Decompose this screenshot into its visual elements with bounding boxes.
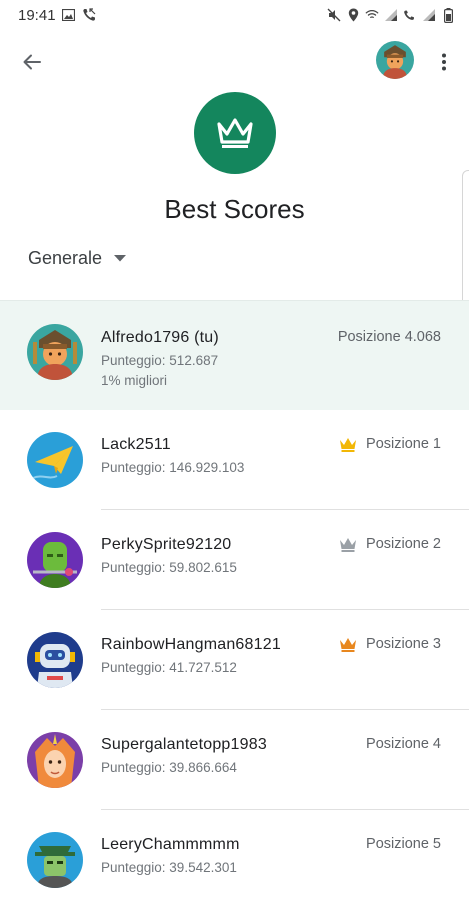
leaderboard-row[interactable]: LeeryChammmmm Punteggio: 39.542.301 Posi… xyxy=(0,810,469,900)
rank-label: Posizione 4 xyxy=(366,736,441,752)
current-player-row[interactable]: Alfredo1796 (tu) Punteggio: 512.687 1% m… xyxy=(0,300,469,410)
image-notification-icon xyxy=(62,8,76,22)
avatar xyxy=(27,832,83,888)
player-score: Punteggio: 512.687 xyxy=(101,353,219,368)
player-name: LeeryChammmmm xyxy=(101,836,240,853)
mute-icon xyxy=(327,8,341,22)
leaderboard-row[interactable]: PerkySprite92120 Punteggio: 59.802.615 P… xyxy=(0,510,469,610)
filter-label: Generale xyxy=(28,248,103,268)
missed-call-icon xyxy=(82,8,96,22)
player-score: Punteggio: 59.802.615 xyxy=(101,560,237,575)
battery-icon xyxy=(441,7,455,23)
app-bar xyxy=(0,38,469,82)
more-vert-icon xyxy=(442,53,446,71)
player-score: Punteggio: 41.727.512 xyxy=(101,660,237,675)
signal-icon xyxy=(384,8,398,22)
leaderboard-list: Alfredo1796 (tu) Punteggio: 512.687 1% m… xyxy=(0,300,469,900)
avatar xyxy=(27,532,83,588)
player-rank: Posizione 2 xyxy=(339,536,441,552)
player-name: Supergalantetopp1983 xyxy=(101,736,267,753)
player-rank: Posizione 1 xyxy=(339,436,441,452)
status-left: 19:41 xyxy=(18,7,96,24)
status-right xyxy=(327,7,455,23)
avatar xyxy=(27,432,83,488)
rank-label: Posizione 1 xyxy=(366,436,441,452)
status-bar: 19:41 xyxy=(0,0,469,30)
time-filter-dropdown[interactable]: Generale xyxy=(28,248,127,269)
wifi-call-icon xyxy=(365,8,379,22)
avatar xyxy=(27,632,83,688)
profile-avatar[interactable] xyxy=(376,41,414,79)
silver-crown-icon xyxy=(340,537,357,552)
player-score: Punteggio: 146.929.103 xyxy=(101,460,245,475)
leaderboard-row[interactable]: Lack2511 Punteggio: 146.929.103 Posizion… xyxy=(0,410,469,510)
location-icon xyxy=(346,8,360,22)
more-options-button[interactable] xyxy=(428,44,460,80)
player-rank: Posizione 4 xyxy=(366,736,441,752)
rank-label: Posizione 2 xyxy=(366,536,441,552)
crown-icon xyxy=(217,118,253,148)
gold-crown-icon xyxy=(340,437,357,452)
rank-label: Posizione 4.068 xyxy=(337,329,441,345)
player-name: Alfredo1796 (tu) xyxy=(101,329,219,346)
arrow-back-icon xyxy=(23,54,41,70)
player-name: PerkySprite92120 xyxy=(101,536,232,553)
leaderboard-icon-badge xyxy=(194,92,276,174)
bronze-crown-icon xyxy=(340,637,357,652)
player-name: Lack2511 xyxy=(101,436,171,453)
player-percentile: 1% migliori xyxy=(101,373,168,388)
avatar xyxy=(27,324,83,380)
rank-label: Posizione 3 xyxy=(366,636,441,652)
volte-call-icon xyxy=(403,8,417,22)
leaderboard-row[interactable]: Supergalantetopp1983 Punteggio: 39.866.6… xyxy=(0,710,469,810)
back-button[interactable] xyxy=(14,44,50,80)
player-rank: Posizione 5 xyxy=(366,836,441,852)
player-score: Punteggio: 39.866.664 xyxy=(101,760,237,775)
player-score: Punteggio: 39.542.301 xyxy=(101,860,237,875)
signal-icon-2 xyxy=(422,8,436,22)
player-rank: Posizione 3 xyxy=(339,636,441,652)
status-time: 19:41 xyxy=(18,6,56,24)
avatar xyxy=(27,732,83,788)
dropdown-arrow-icon xyxy=(114,255,127,262)
leaderboard-row[interactable]: RainbowHangman68121 Punteggio: 41.727.51… xyxy=(0,610,469,710)
page-title: Best Scores xyxy=(164,194,305,224)
player-rank: Posizione 4.068 xyxy=(338,329,441,345)
player-name: RainbowHangman68121 xyxy=(101,636,281,653)
rank-label: Posizione 5 xyxy=(366,836,441,852)
